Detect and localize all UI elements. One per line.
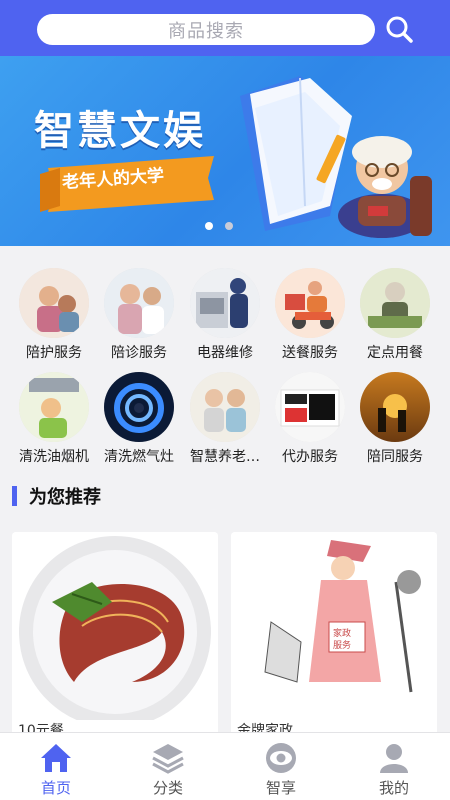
companion-photo: [360, 372, 430, 442]
recommend-section-title: 为您推荐: [12, 484, 101, 508]
home-icon: [41, 744, 71, 772]
product-card[interactable]: 10元餐: [12, 532, 218, 742]
banner-dot[interactable]: [225, 222, 233, 230]
user-icon: [380, 744, 408, 773]
housekeeping-image: 家政 服务: [231, 532, 437, 720]
eye-icon: [266, 743, 296, 773]
tab-enjoy[interactable]: 智享: [225, 733, 337, 800]
search-icon[interactable]: [383, 13, 415, 45]
service-designated-dining[interactable]: 定点用餐: [350, 268, 440, 362]
banner-title: 智慧文娱: [34, 108, 206, 154]
delivery-photo: [275, 268, 345, 338]
bottom-tab-bar: 首页 分类 智享 我的: [0, 732, 450, 800]
product-card[interactable]: 家政 服务 金牌家政: [231, 532, 437, 742]
gas-stove-photo: [104, 372, 174, 442]
tab-category[interactable]: 分类: [112, 733, 224, 800]
errand-photo: [275, 372, 345, 442]
doctor-photo: [104, 268, 174, 338]
meal-plate-image: [12, 532, 218, 728]
banner-pagination: [205, 222, 233, 230]
tab-mine[interactable]: 我的: [338, 733, 450, 800]
elderly-photo: [190, 372, 260, 442]
range-hood-photo: [19, 372, 89, 442]
service-appliance-repair[interactable]: 电器维修: [180, 268, 270, 362]
search-input[interactable]: 商品搜索: [37, 14, 375, 45]
banner-dot-active[interactable]: [205, 222, 213, 230]
service-accompany[interactable]: 陪同服务: [350, 372, 440, 466]
caregiver-photo: [19, 268, 89, 338]
service-smart-elderly-care[interactable]: 智慧养老…: [180, 372, 270, 466]
service-meal-delivery[interactable]: 送餐服务: [265, 268, 355, 362]
service-range-hood-cleaning[interactable]: 清洗油烟机: [9, 372, 99, 466]
header: 商品搜索: [0, 0, 450, 56]
tab-home[interactable]: 首页: [0, 733, 112, 800]
service-hospital-escort[interactable]: 陪诊服务: [94, 268, 184, 362]
repair-photo: [190, 268, 260, 338]
section-accent-bar: [12, 486, 17, 506]
service-errands[interactable]: 代办服务: [265, 372, 355, 466]
dining-photo: [360, 268, 430, 338]
service-caregiving[interactable]: 陪护服务: [9, 268, 99, 362]
layers-icon: [152, 744, 184, 774]
svg-text:家政: 家政: [333, 627, 351, 639]
svg-text:服务: 服务: [333, 639, 351, 651]
promo-banner[interactable]: 智慧文娱 老年人的大学: [0, 56, 450, 246]
service-gas-stove-cleaning[interactable]: 清洗燃气灶: [94, 372, 184, 466]
